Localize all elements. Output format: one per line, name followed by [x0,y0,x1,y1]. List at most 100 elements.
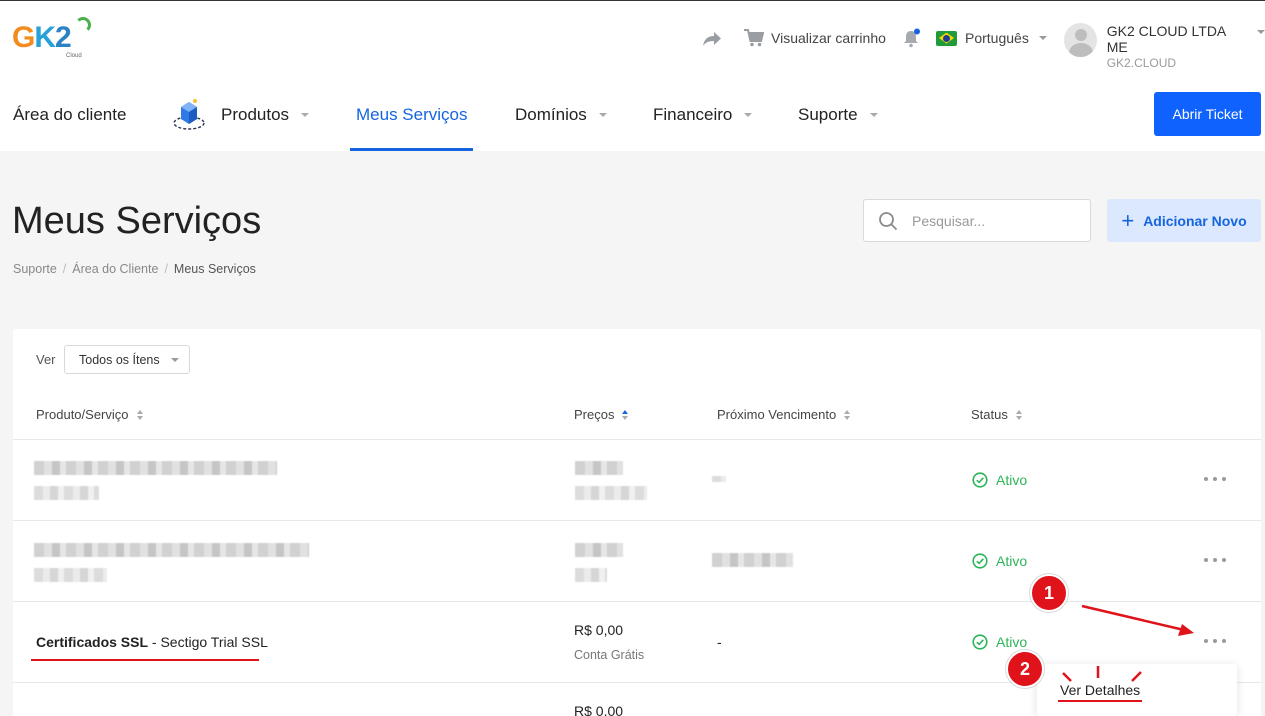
redacted-price [575,543,623,557]
nav-domains[interactable]: Domínios [515,105,607,125]
product-name: Certificados SSL - Sectigo Trial SSL [36,634,268,650]
next-due-date: - [717,634,722,650]
view-filter-select[interactable]: Todos os Ítens [64,345,190,374]
column-header-label: Próximo Vencimento [717,407,837,422]
nav-billing[interactable]: Financeiro [653,105,753,125]
status-badge: Ativo [972,553,1027,569]
view-details-menu-item[interactable]: Ver Detalhes [1060,682,1140,698]
cart-icon [744,29,764,47]
table-divider [13,601,1261,602]
brazil-flag-icon [936,30,957,46]
breadcrumb-support[interactable]: Suporte [13,262,57,276]
view-cart-link[interactable]: Visualizar carrinho [744,29,886,47]
open-ticket-button[interactable]: Abrir Ticket [1154,92,1261,136]
nav-label: Área do cliente [13,105,127,124]
product-plan: - Sectigo Trial SSL [148,634,268,650]
check-circle-icon [972,553,988,569]
price: R$ 0,00 [574,703,624,716]
avatar-icon [1064,23,1097,57]
breadcrumb-client-area[interactable]: Área do Cliente [72,262,158,276]
step-1-marker: 1 [1030,574,1068,612]
search-icon [879,211,898,230]
status-label: Ativo [996,472,1028,488]
add-new-button[interactable]: + Adicionar Novo [1107,199,1261,242]
search-box[interactable] [863,199,1091,242]
sort-icon [1015,409,1022,420]
products-illustration-icon [173,99,205,130]
nav-client-area[interactable]: Área do cliente [13,105,126,125]
account-name: GK2 CLOUD LTDA ME [1106,23,1226,55]
chevron-down-icon [1257,30,1265,34]
breadcrumb-separator: / [164,262,168,276]
redacted-product-domain [34,568,107,582]
step-2-marker: 2 [1006,650,1044,688]
share-icon[interactable] [702,31,722,47]
more-options-icon[interactable] [1204,474,1226,484]
logo-arc-icon [75,17,91,33]
column-header-price[interactable]: Preços [574,407,629,422]
check-circle-icon [972,472,988,488]
active-tab-indicator [350,148,473,151]
redacted-billing-cycle [575,568,607,582]
add-new-label: Adicionar Novo [1143,212,1247,229]
nav-label: Domínios [515,105,587,124]
chevron-down-icon [869,113,878,117]
breadcrumb: Suporte / Área do Cliente / Meus Serviço… [13,262,256,276]
product-group: Certificados SSL [36,634,149,650]
sort-icon [136,409,143,420]
cart-label: Visualizar carrinho [771,30,886,46]
plus-icon: + [1121,207,1135,233]
redacted-billing-cycle [575,486,647,500]
table-divider [13,439,1261,440]
gk2-logo[interactable]: GK2 Cloud [12,17,92,63]
breadcrumb-current: Meus Serviços [173,262,256,276]
row-actions-dropdown: Ver Detalhes [1037,664,1237,716]
redacted-price [575,461,623,475]
column-header-next-due[interactable]: Próximo Vencimento [717,407,851,422]
redacted-due-date [712,553,793,567]
services-table-card: Ver Todos os Ítens Produto/Serviço Preço… [13,329,1261,716]
nav-my-services[interactable]: Meus Serviços [356,105,467,125]
sort-icon [844,409,851,420]
column-header-label: Produto/Serviço [36,407,129,422]
column-header-label: Status [971,407,1008,422]
status-badge: Ativo [972,634,1027,650]
chevron-down-icon [1038,36,1047,40]
nav-products[interactable]: Produtos [221,105,310,125]
status-label: Ativo [996,634,1028,650]
annotation-underline [1058,700,1142,702]
column-header-product[interactable]: Produto/Serviço [36,407,143,422]
logo-subtitle: Cloud [66,53,82,59]
breadcrumb-separator: / [62,262,67,276]
redacted-product-domain [34,486,99,500]
nav-support[interactable]: Suporte [798,105,878,125]
bell-icon[interactable] [902,28,920,48]
column-header-label: Preços [574,407,615,422]
view-filter-label: Ver [36,352,56,367]
price: R$ 0,00 [574,622,624,638]
table-divider [13,520,1261,521]
search-input[interactable] [912,212,1072,229]
annotation-underline [31,659,259,661]
language-selector[interactable]: Português [936,30,1047,46]
more-options-icon[interactable] [1204,555,1226,565]
redacted-due-date [712,476,726,482]
status-label: Ativo [996,553,1028,569]
sort-ascending-icon [622,409,629,420]
language-label: Português [965,30,1029,46]
logo-digit-2: 2 [55,21,72,54]
account-menu[interactable]: GK2 CLOUD LTDA ME GK2.CLOUD [1064,23,1265,71]
redacted-product-name [34,543,309,557]
nav-label: Suporte [798,105,858,124]
column-header-status[interactable]: Status [971,407,1022,422]
more-options-icon[interactable] [1204,636,1226,646]
page-title: Meus Serviços [12,200,262,242]
nav-label: Meus Serviços [356,105,468,124]
billing-cycle: Conta Grátis [574,648,645,662]
redacted-product-name [34,461,277,475]
view-filter-value: Todos os Ítens [79,352,160,367]
chevron-down-icon [598,113,607,117]
check-circle-icon [972,634,988,650]
account-domain: GK2.CLOUD [1106,56,1177,70]
nav-label: Financeiro [653,105,733,124]
